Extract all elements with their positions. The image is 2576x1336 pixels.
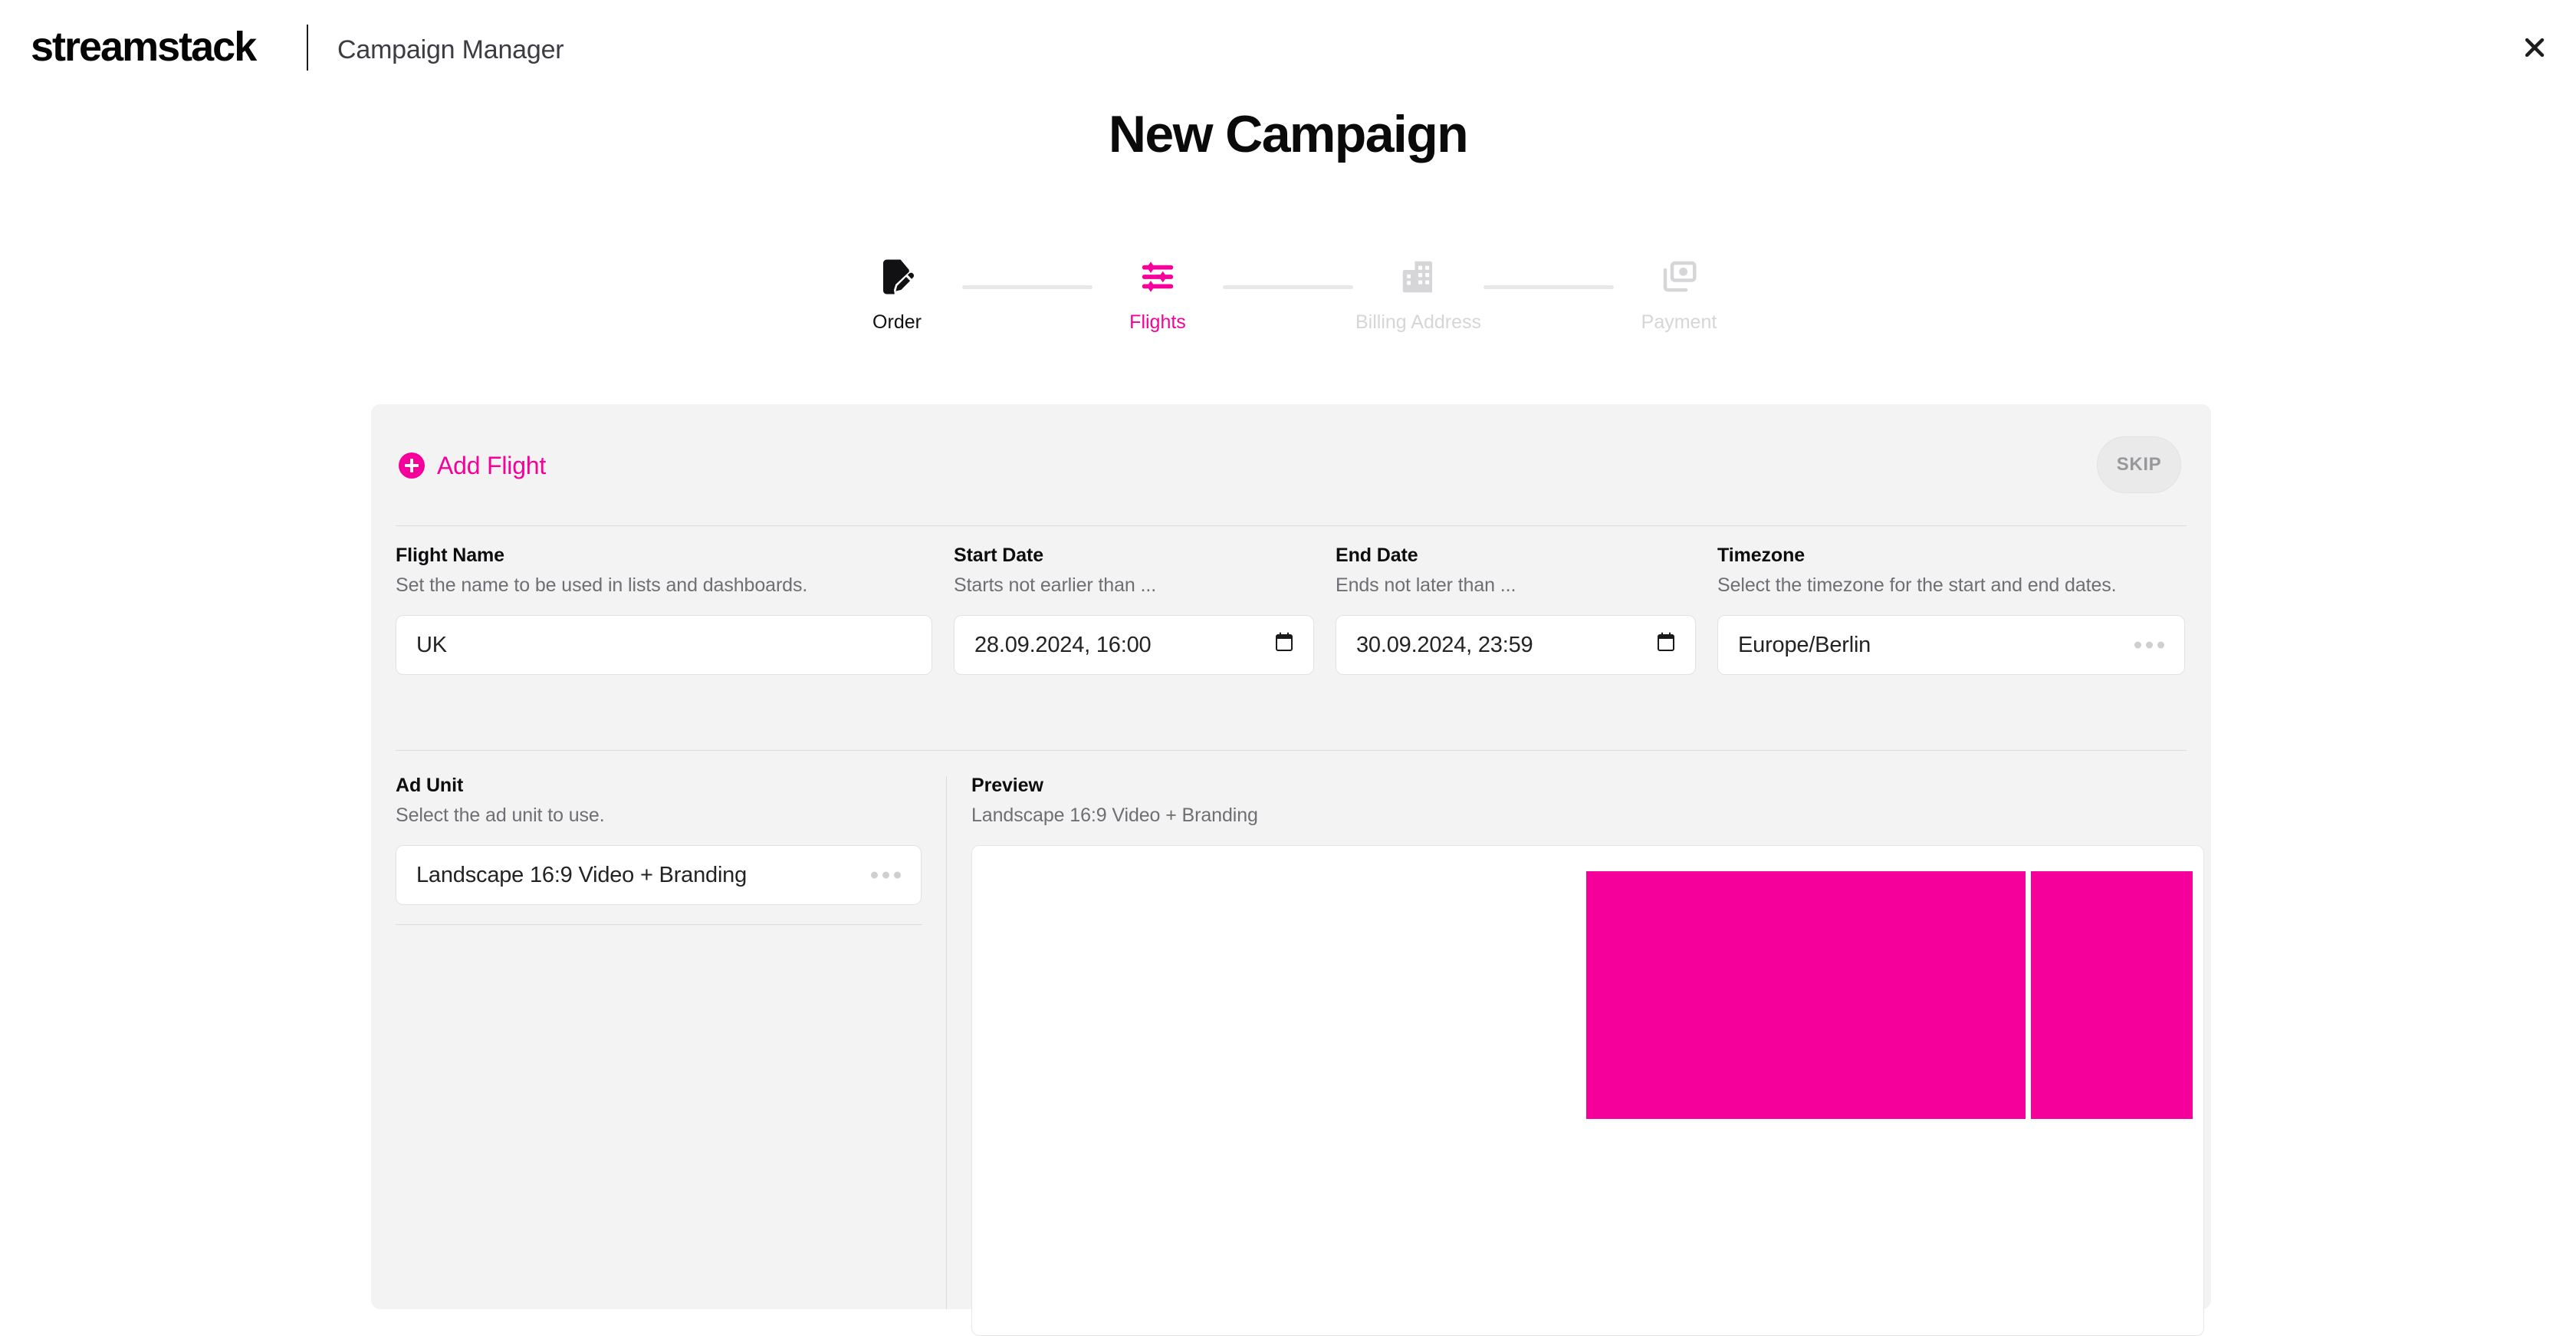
flight-name-description: Set the name to be used in lists and das… — [396, 574, 808, 596]
ad-preview-video-slot — [1586, 871, 2026, 1119]
ad-preview-frame[interactable] — [971, 845, 2204, 1336]
flight-card: Add Flight SKIP Flight Name Set the name… — [371, 404, 2211, 1336]
preview-label: Preview — [971, 775, 1043, 796]
brand-divider — [307, 25, 308, 71]
end-date-label: End Date — [1336, 545, 1418, 566]
ad-unit-value: Landscape 16:9 Video + Branding — [416, 862, 748, 887]
flight-name-value: UK — [416, 632, 447, 657]
timezone-value: Europe/Berlin — [1738, 632, 1871, 657]
flight-card-header: Add Flight SKIP — [371, 404, 2211, 525]
step-flights[interactable]: Flights — [1092, 253, 1223, 332]
ad-unit-column: Ad Unit Select the ad unit to use. Lands… — [371, 776, 947, 1309]
app-name: Campaign Manager — [337, 35, 564, 64]
start-date-value: 28.09.2024, 16:00 — [974, 632, 1152, 657]
end-date-input[interactable]: 30.09.2024, 23:59 — [1336, 615, 1696, 675]
start-date-label: Start Date — [954, 545, 1044, 566]
top-bar: streamstack Campaign Manager — [0, 0, 2576, 115]
ad-unit-divider — [396, 924, 922, 925]
field-ad-unit: Ad Unit Select the ad unit to use. Lands… — [371, 776, 946, 905]
brand-logo[interactable]: streamstack — [31, 26, 257, 67]
calendar-icon[interactable] — [1275, 632, 1293, 658]
document-edit-icon — [876, 253, 918, 301]
timezone-select[interactable]: Europe/Berlin — [1717, 615, 2185, 675]
step-label-order: Order — [872, 311, 922, 333]
field-flight-name: Flight Name Set the name to be used in l… — [396, 546, 932, 675]
end-date-description: Ends not later than ... — [1336, 574, 1516, 596]
skip-button[interactable]: SKIP — [2097, 436, 2181, 493]
ad-unit-description: Select the ad unit to use. — [396, 805, 605, 826]
stepper-connector-1 — [962, 285, 1092, 289]
step-billing-address[interactable]: Billing Address — [1353, 253, 1484, 332]
stepper-connector-3 — [1484, 285, 1614, 289]
step-payment[interactable]: Payment — [1614, 253, 1744, 332]
preview-column: Preview Landscape 16:9 Video + Branding — [947, 775, 2211, 1336]
preview-description: Landscape 16:9 Video + Branding — [971, 805, 1258, 826]
stepper: Order Flights Billing Address Payment — [0, 253, 2576, 332]
ellipsis-icon[interactable] — [2134, 641, 2164, 649]
close-icon — [2522, 35, 2548, 61]
field-timezone: Timezone Select the timezone for the sta… — [1717, 546, 2185, 675]
ad-unit-label: Ad Unit — [396, 775, 464, 796]
banknote-icon — [1658, 253, 1700, 301]
page-title: New Campaign — [1108, 105, 1469, 163]
add-flight-label: Add Flight — [437, 452, 547, 479]
field-start-date: Start Date Starts not earlier than ... 2… — [954, 546, 1314, 675]
building-icon — [1398, 253, 1439, 301]
sliders-icon — [1137, 253, 1178, 301]
card-divider-middle — [396, 750, 2187, 751]
add-flight-button[interactable]: Add Flight — [399, 452, 546, 479]
field-end-date: End Date Ends not later than ... 30.09.2… — [1336, 546, 1696, 675]
stepper-connector-2 — [1223, 285, 1353, 289]
start-date-input[interactable]: 28.09.2024, 16:00 — [954, 615, 1314, 675]
timezone-description: Select the timezone for the start and en… — [1717, 574, 2117, 596]
ad-unit-preview-row: Ad Unit Select the ad unit to use. Lands… — [371, 775, 2211, 1336]
close-button[interactable] — [2510, 23, 2559, 72]
flight-name-input[interactable]: UK — [396, 615, 932, 675]
ellipsis-icon[interactable] — [871, 871, 901, 879]
step-label-billing-address: Billing Address — [1355, 311, 1481, 333]
step-label-flights: Flights — [1129, 311, 1186, 333]
plus-circle-icon — [399, 452, 425, 479]
step-order[interactable]: Order — [832, 253, 962, 332]
flight-name-label: Flight Name — [396, 545, 504, 566]
ad-preview-branding-slot — [2031, 871, 2193, 1119]
end-date-value: 30.09.2024, 23:59 — [1356, 632, 1533, 657]
card-divider-top — [396, 525, 2187, 526]
timezone-label: Timezone — [1717, 545, 1806, 566]
calendar-icon[interactable] — [1657, 632, 1675, 658]
start-date-description: Starts not earlier than ... — [954, 574, 1157, 596]
flight-fields-row: Flight Name Set the name to be used in l… — [371, 546, 2211, 675]
step-label-payment: Payment — [1641, 311, 1717, 333]
ad-unit-select[interactable]: Landscape 16:9 Video + Branding — [396, 845, 922, 905]
